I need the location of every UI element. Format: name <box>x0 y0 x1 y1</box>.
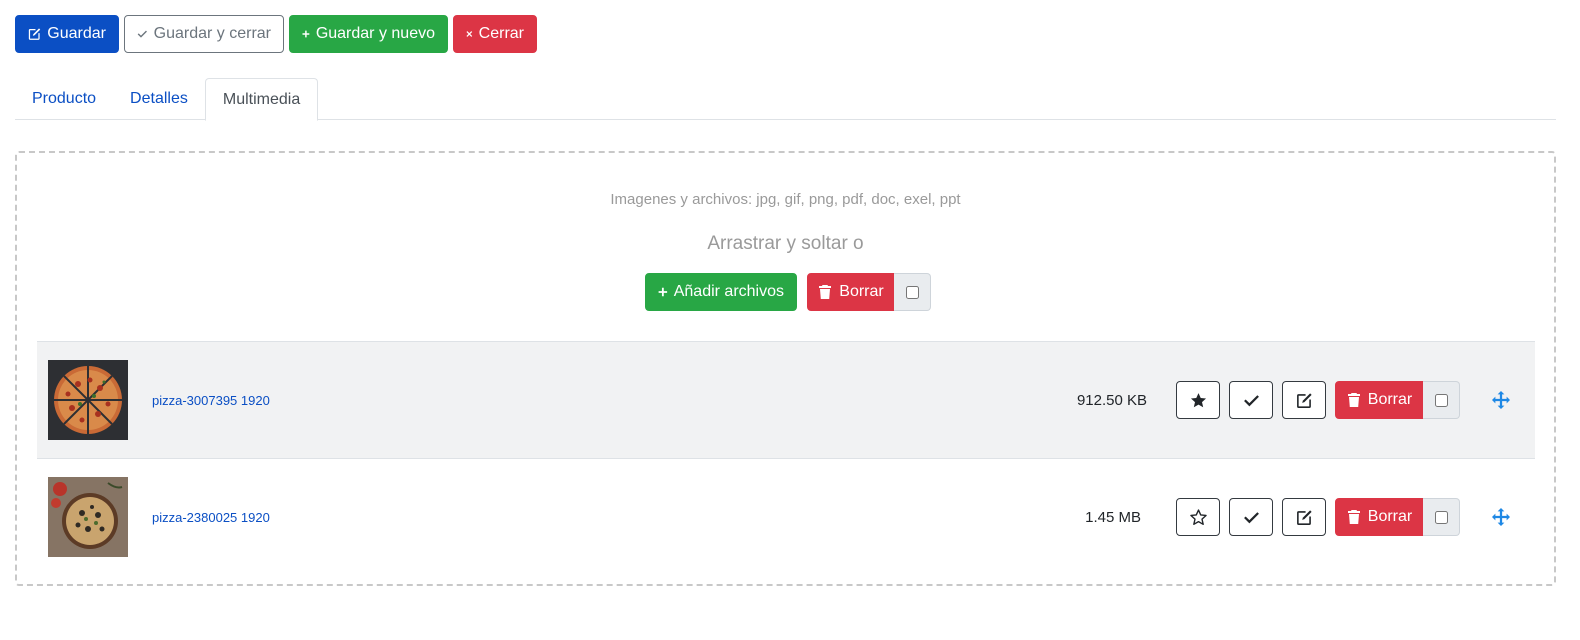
trash-icon <box>819 285 832 299</box>
delete-file-button[interactable]: Borrar <box>1335 381 1423 419</box>
file-row: pizza-2380025 1920 1.45 MB Borrar <box>37 458 1535 575</box>
check-icon <box>1243 511 1259 523</box>
file-row-actions: Borrar <box>1176 381 1460 419</box>
star-solid-icon <box>1190 392 1206 407</box>
featured-button[interactable] <box>1176 381 1220 419</box>
file-name-link[interactable]: pizza-3007395 1920 <box>152 393 270 408</box>
trash-icon <box>1347 510 1360 524</box>
delete-label: Borrar <box>1367 508 1413 525</box>
tab-label: Multimedia <box>222 90 301 108</box>
file-row: pizza-3007395 1920 912.50 KB Borrar <box>37 341 1535 458</box>
approve-button[interactable] <box>1229 498 1273 536</box>
edit-icon <box>28 28 41 40</box>
plus-icon <box>302 30 310 38</box>
row-delete-group: Borrar <box>1335 498 1460 536</box>
tab-label: Detalles <box>130 90 188 107</box>
edit-icon <box>1296 509 1312 525</box>
delete-label: Borrar <box>839 283 884 300</box>
close-label: Cerrar <box>478 25 524 42</box>
tab-producto[interactable]: Producto <box>15 78 113 120</box>
tab-multimedia[interactable]: Multimedia <box>204 78 319 121</box>
save-and-close-button[interactable]: Guardar y cerrar <box>124 15 284 53</box>
file-dropzone[interactable]: Imagenes y archivos: jpg, gif, png, pdf,… <box>15 151 1556 586</box>
save-close-label: Guardar y cerrar <box>153 25 271 42</box>
bulk-delete-group: Borrar <box>807 273 931 311</box>
add-files-button[interactable]: Añadir archivos <box>645 273 797 311</box>
approve-button[interactable] <box>1229 381 1273 419</box>
edit-icon <box>1296 392 1312 408</box>
add-files-label: Añadir archivos <box>673 283 784 300</box>
file-size: 1.45 MB <box>1085 508 1141 526</box>
save-new-label: Guardar y nuevo <box>315 25 435 42</box>
file-size: 912.50 KB <box>1076 391 1147 409</box>
file-thumbnail <box>48 360 128 440</box>
drag-drop-text: Arrastrar y soltar o <box>707 233 864 254</box>
drag-handle[interactable] <box>1492 391 1510 409</box>
close-button[interactable]: Cerrar <box>453 15 537 53</box>
row-delete-group: Borrar <box>1335 381 1460 419</box>
dropzone-actions: Añadir archivos Borrar <box>645 273 931 311</box>
edit-button[interactable] <box>1282 381 1326 419</box>
delete-file-button[interactable]: Borrar <box>1335 498 1423 536</box>
save-label: Guardar <box>47 25 106 42</box>
bulk-delete-button[interactable]: Borrar <box>807 273 894 311</box>
plus-icon <box>658 287 668 297</box>
check-icon <box>137 30 147 38</box>
edit-button[interactable] <box>1282 498 1326 536</box>
select-all-checkbox[interactable] <box>905 285 919 299</box>
save-and-new-button[interactable]: Guardar y nuevo <box>289 15 448 53</box>
check-icon <box>1243 394 1259 406</box>
toolbar: Guardar Guardar y cerrar Guardar y nuevo… <box>15 15 537 53</box>
save-button[interactable]: Guardar <box>15 15 119 53</box>
trash-icon <box>1347 393 1360 407</box>
arrows-move-icon <box>1492 391 1510 409</box>
row-select-checkbox[interactable] <box>1434 393 1448 407</box>
tab-bar: Producto Detalles Multimedia <box>15 78 1556 121</box>
row-select-addon <box>1423 498 1460 536</box>
delete-label: Borrar <box>1367 391 1413 408</box>
row-select-checkbox[interactable] <box>1434 510 1448 524</box>
featured-button[interactable] <box>1176 498 1220 536</box>
tab-label: Producto <box>32 90 97 107</box>
file-list: pizza-3007395 1920 912.50 KB Borrar pizz… <box>37 341 1535 575</box>
accepted-formats-hint: Imagenes y archivos: jpg, gif, png, pdf,… <box>610 191 961 208</box>
file-thumbnail <box>48 477 128 557</box>
tab-detalles[interactable]: Detalles <box>113 78 205 120</box>
file-row-actions: Borrar <box>1176 498 1460 536</box>
select-all-addon <box>894 273 931 311</box>
row-select-addon <box>1423 381 1460 419</box>
file-name-link[interactable]: pizza-2380025 1920 <box>152 510 270 525</box>
star-outline-icon <box>1189 508 1207 525</box>
times-icon <box>466 31 473 37</box>
arrows-move-icon <box>1492 508 1510 526</box>
drag-handle[interactable] <box>1492 508 1510 526</box>
